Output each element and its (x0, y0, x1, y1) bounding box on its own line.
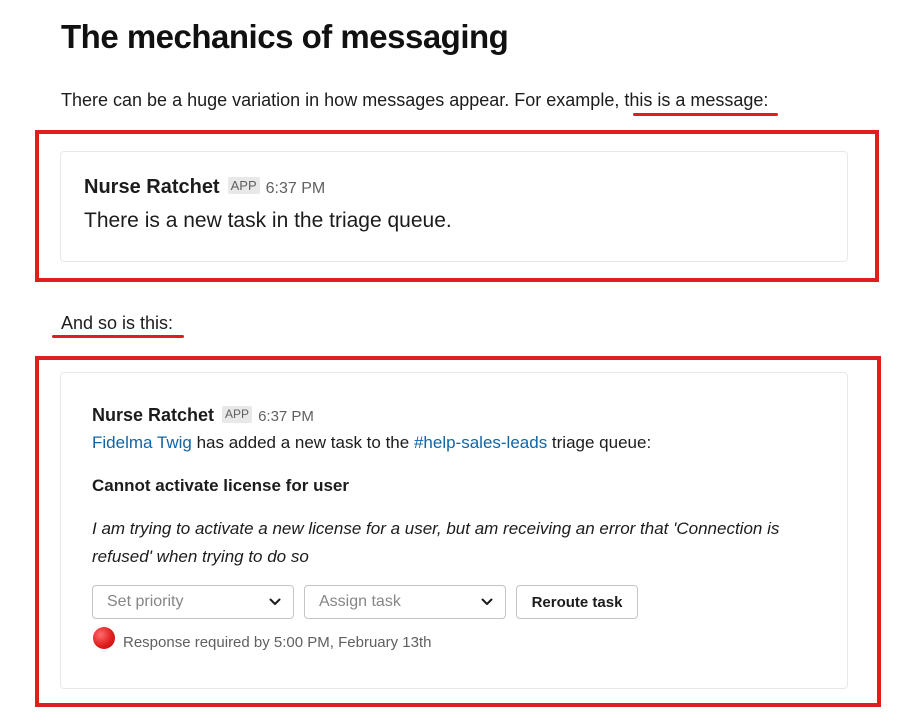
message1-header: Nurse Ratchet APP 6:37 PM (84, 176, 325, 199)
red-circle-icon (93, 627, 115, 649)
message2-text-middle: has added a new task to the (191, 433, 414, 452)
message2-header: Nurse Ratchet APP 6:37 PM (92, 405, 314, 426)
task-title: Cannot activate license for user (92, 476, 349, 495)
assign-task-placeholder: Assign task (319, 593, 401, 610)
message2-app-badge: APP (222, 406, 253, 423)
chevron-down-icon (481, 596, 493, 608)
set-priority-placeholder: Set priority (107, 593, 184, 610)
message2-text-end: triage queue: (547, 433, 652, 452)
user-mention-link[interactable]: Fidelma Twig (92, 433, 192, 452)
message1-sender[interactable]: Nurse Ratchet (84, 176, 220, 199)
page-title: The mechanics of messaging (61, 18, 509, 55)
second-intro-underline (52, 335, 184, 338)
intro-emphasis-underline (633, 113, 778, 116)
message1-card: Nurse Ratchet APP 6:37 PM There is a new… (60, 151, 848, 262)
message1-text: There is a new task in the triage queue. (84, 209, 452, 232)
second-intro: And so is this: (61, 313, 174, 333)
intro-emphasis: this is a message: (624, 90, 769, 110)
message2-timestamp[interactable]: 6:37 PM (258, 408, 314, 425)
message2-intro-text: Fidelma Twig has added a new task to the… (92, 433, 651, 453)
message1-app-badge: APP (227, 177, 260, 194)
chevron-down-icon (269, 596, 281, 608)
response-required-text: Response required by 5:00 PM, February 1… (123, 634, 432, 651)
assign-task-select[interactable]: Assign task (304, 585, 506, 619)
task-description: I am trying to activate a new license fo… (92, 519, 780, 566)
intro-paragraph: There can be a huge variation in how mes… (61, 90, 768, 111)
message1-timestamp[interactable]: 6:37 PM (266, 180, 326, 198)
channel-link[interactable]: #help-sales-leads (414, 433, 547, 452)
set-priority-select[interactable]: Set priority (92, 585, 294, 619)
reroute-task-button[interactable]: Reroute task (516, 585, 638, 619)
page: The mechanics of messaging There can be … (0, 0, 903, 720)
message2-sender[interactable]: Nurse Ratchet (92, 405, 214, 426)
intro-text: There can be a huge variation in how mes… (61, 90, 625, 110)
message2-card: Nurse Ratchet APP 6:37 PM Fidelma Twig h… (60, 372, 848, 689)
